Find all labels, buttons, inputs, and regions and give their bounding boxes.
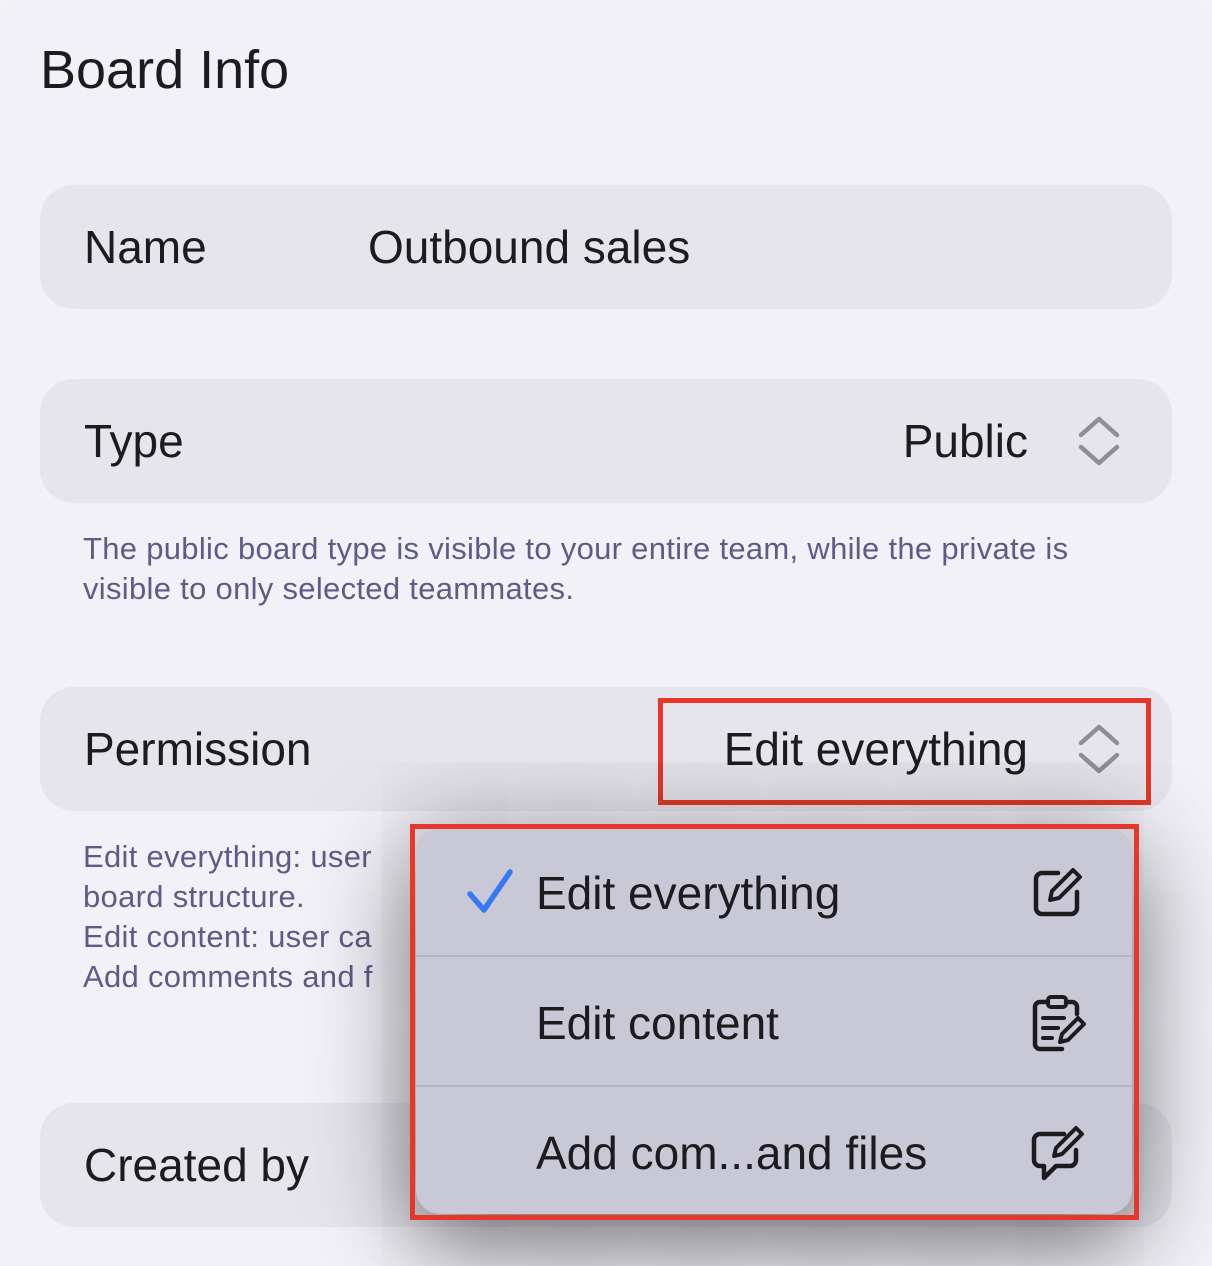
type-label: Type (84, 415, 184, 467)
name-row[interactable]: Name Outbound sales (40, 185, 1172, 309)
highlight-permission-value (658, 698, 1151, 805)
name-value[interactable]: Outbound sales (368, 185, 690, 309)
created-by-label: Created by (84, 1139, 310, 1191)
board-info-sheet: Board Info Name Outbound sales Type Publ… (0, 0, 1212, 1266)
highlight-permission-menu (410, 824, 1139, 1220)
name-label: Name (84, 221, 207, 273)
page-title: Board Info (40, 40, 290, 100)
chevron-up-down-icon[interactable] (1076, 415, 1122, 467)
type-row[interactable]: Type Public (40, 379, 1172, 503)
permission-label: Permission (84, 723, 312, 775)
type-value[interactable]: Public (903, 379, 1028, 503)
type-help-text: The public board type is visible to your… (83, 531, 1069, 606)
